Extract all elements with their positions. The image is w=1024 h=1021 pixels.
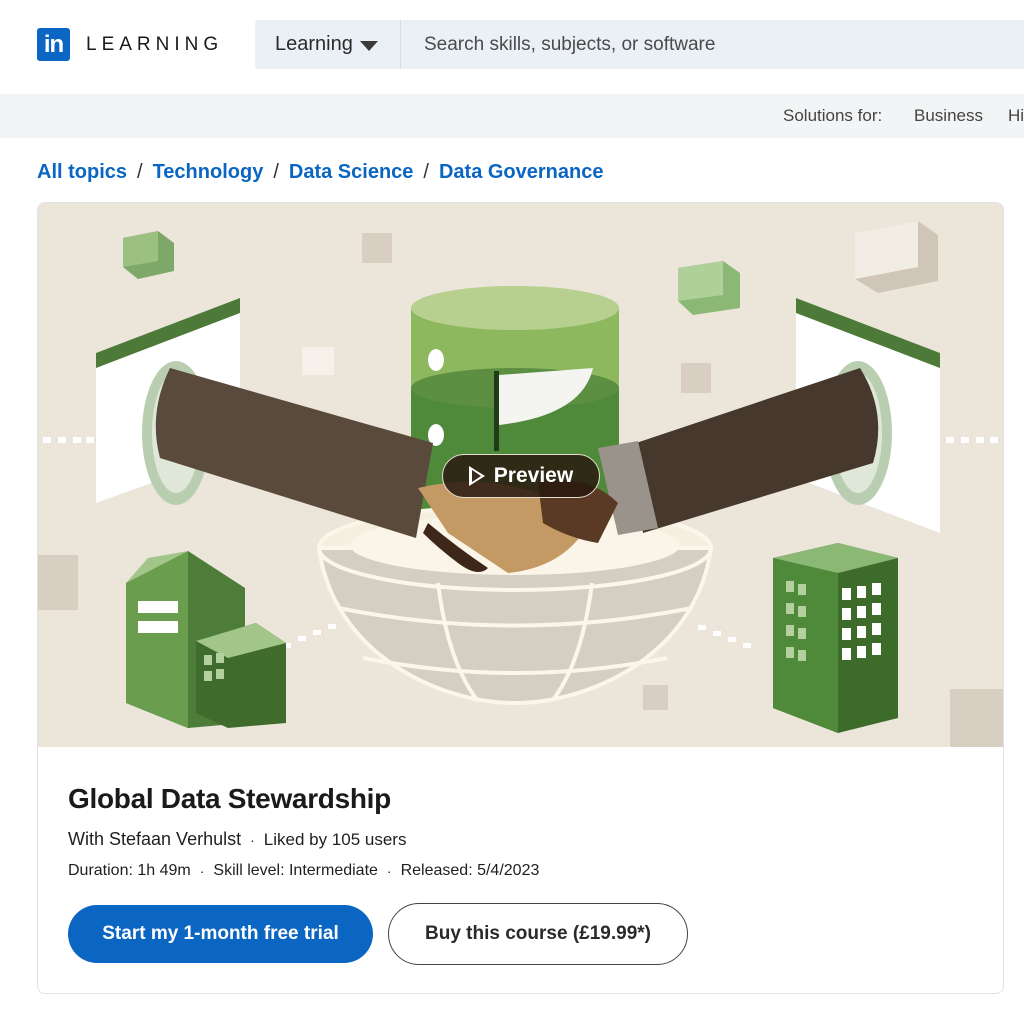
start-free-trial-button[interactable]: Start my 1-month free trial [68, 905, 373, 963]
meta-separator: · [199, 863, 205, 879]
course-card: Preview Global Data Stewardship With Ste… [37, 202, 1004, 994]
breadcrumb-separator: / [423, 161, 429, 183]
caret-down-icon [359, 40, 378, 51]
search-input[interactable] [401, 20, 1024, 69]
solutions-link-higher-ed[interactable]: Hi [1008, 106, 1024, 126]
search-scope-label: Learning [275, 33, 353, 55]
course-skill-level: Skill level: Intermediate [213, 862, 378, 879]
solutions-link-business[interactable]: Business [914, 106, 983, 126]
solutions-bar: Solutions for: Business Hi [0, 94, 1024, 138]
top-header: in LEARNING Learning [0, 0, 1024, 94]
meta-separator: · [386, 863, 392, 879]
building-left [126, 551, 286, 728]
likes-count: Liked by 105 users [263, 829, 407, 849]
preview-label: Preview [493, 464, 574, 487]
cta-buttons: Start my 1-month free trial Buy this cou… [68, 903, 688, 965]
solutions-label: Solutions for: [783, 106, 883, 125]
course-meta-primary: With Stefaan Verhulst · Liked by 105 use… [68, 829, 539, 850]
instructor-name[interactable]: With Stefaan Verhulst [68, 829, 241, 850]
breadcrumb-separator: / [137, 161, 143, 183]
linkedin-icon: in [37, 28, 70, 61]
building-right [773, 543, 898, 733]
linkedin-learning-logo[interactable]: in LEARNING [37, 28, 223, 61]
breadcrumb-data-science[interactable]: Data Science [289, 161, 414, 184]
search-scope-dropdown[interactable]: Learning [255, 20, 401, 69]
course-title: Global Data Stewardship [68, 783, 391, 814]
breadcrumb-all-topics[interactable]: All topics [37, 161, 127, 184]
search-bar: Learning [255, 20, 1024, 69]
course-info: Global Data Stewardship With Stefaan Ver… [68, 783, 539, 880]
course-duration: Duration: 1h 49m [68, 862, 191, 879]
breadcrumb: All topics / Technology / Data Science /… [37, 161, 603, 184]
breadcrumb-technology[interactable]: Technology [153, 161, 264, 184]
course-release-date: Released: 5/4/2023 [400, 862, 540, 879]
preview-button[interactable]: Preview [442, 454, 600, 498]
breadcrumb-data-governance[interactable]: Data Governance [439, 161, 604, 184]
play-icon [468, 466, 485, 486]
breadcrumb-separator: / [273, 161, 279, 183]
logo-text: LEARNING [86, 33, 224, 55]
buy-course-button[interactable]: Buy this course (£19.99*) [388, 903, 688, 965]
meta-separator: · [250, 831, 255, 848]
course-meta-secondary: Duration: 1h 49m · Skill level: Intermed… [68, 862, 539, 880]
course-hero-image[interactable]: Preview [38, 203, 1003, 747]
